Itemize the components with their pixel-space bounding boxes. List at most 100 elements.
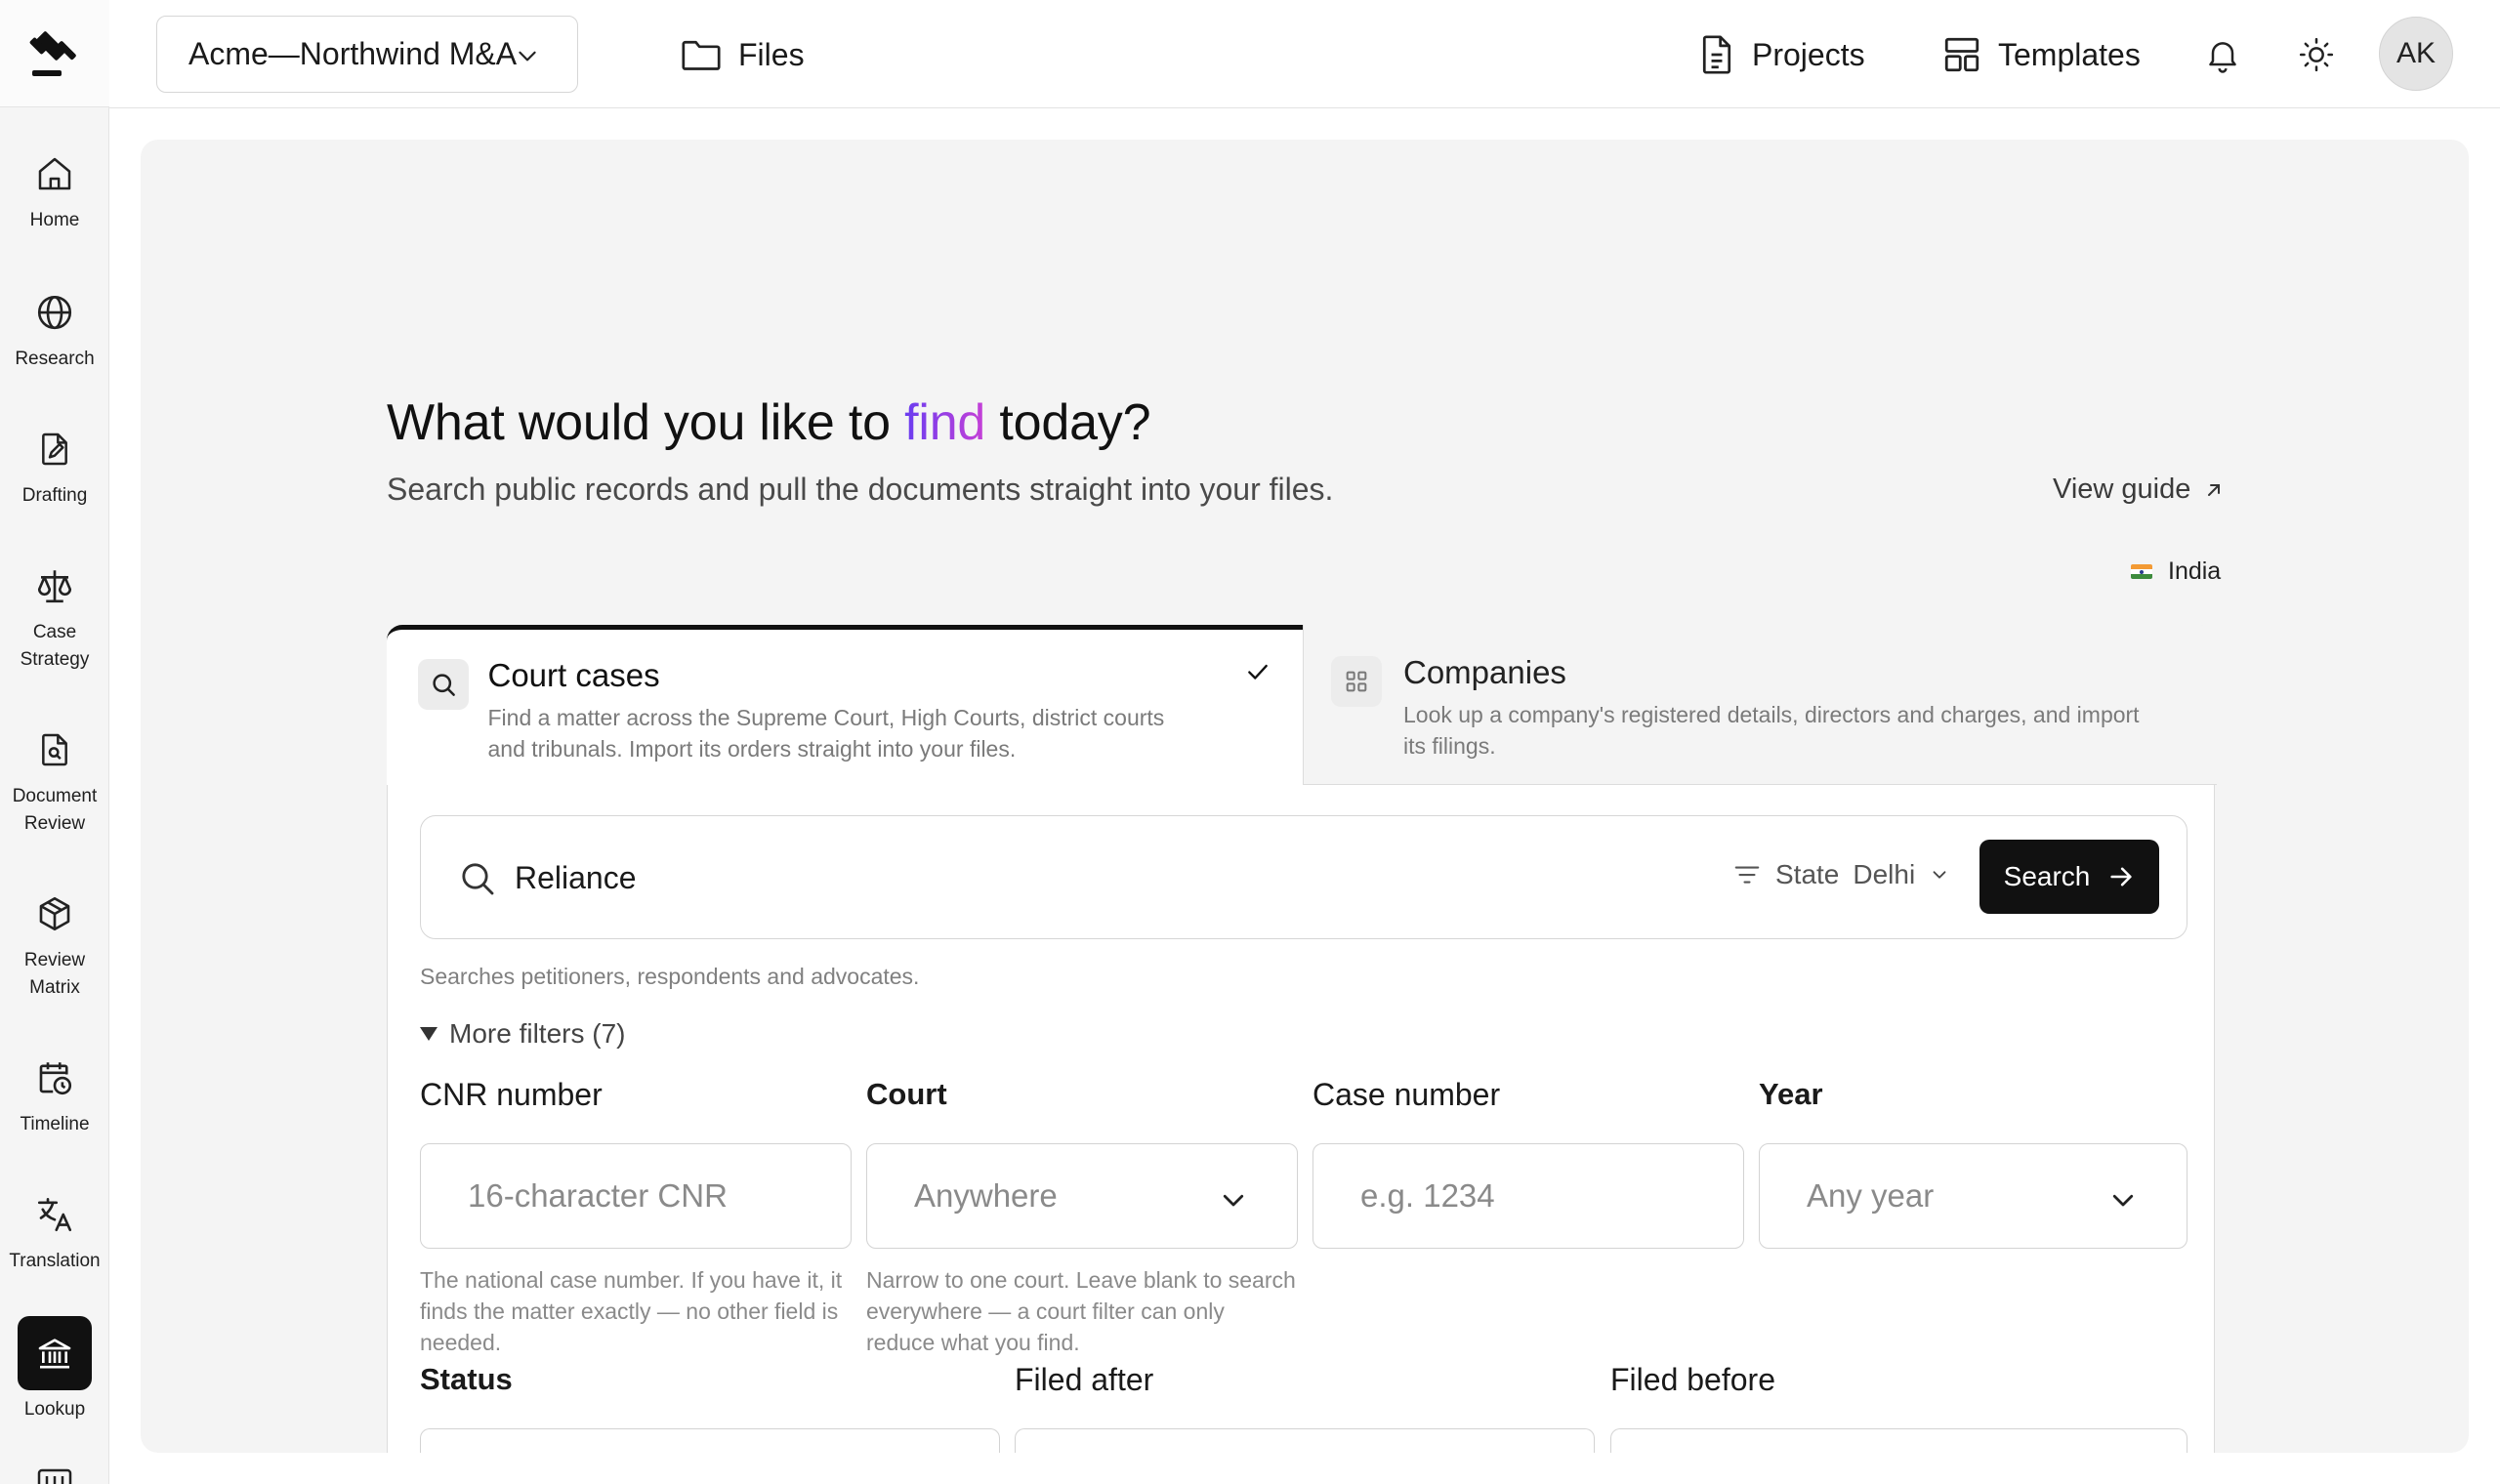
files-link[interactable]: Files [680, 29, 805, 80]
filed-before-field[interactable] [1610, 1428, 2188, 1453]
sidebar-item-label: Home [29, 210, 80, 230]
view-guide-label: View guide [2053, 474, 2191, 505]
case-number-input[interactable] [1360, 1172, 1704, 1220]
sidebar-item-case-strategy[interactable]: Case Strategy [0, 564, 109, 674]
search-button-label: Search [2003, 861, 2091, 891]
sidebar-item-label: Research [15, 349, 95, 369]
sidebar-item-timeline[interactable]: Timeline [0, 1056, 109, 1138]
sidebar-overflow-icon[interactable] [37, 1468, 72, 1484]
court-select[interactable]: Anywhere [866, 1143, 1298, 1249]
user-avatar[interactable]: AK [2379, 17, 2453, 91]
more-filters-label: More filters (7) [449, 1018, 626, 1049]
case-number-field[interactable] [1312, 1143, 1744, 1249]
sidebar-item-home[interactable]: Home [0, 152, 109, 234]
title-highlight: find [904, 394, 986, 451]
sidebar-item-label: Translation [9, 1251, 101, 1271]
translate-icon [33, 1193, 76, 1236]
notifications-button[interactable] [2193, 25, 2252, 84]
more-filters-toggle[interactable]: More filters (7) [420, 1018, 625, 1050]
sidebar-item-label-line: Strategy [20, 649, 90, 670]
sidebar-item-label: Lookup [23, 1399, 86, 1420]
sidebar-item-label: Timeline [20, 1114, 90, 1134]
chevron-down-icon [2108, 1185, 2138, 1215]
sidebar-item-research[interactable]: Research [0, 291, 109, 373]
search-icon [417, 658, 469, 710]
sidebar-item-label-line: Review [23, 950, 86, 970]
files-label: Files [738, 36, 805, 72]
filter-icon [1732, 860, 1762, 889]
sidebar-item-label-line: Matrix [29, 977, 80, 998]
country-label: India [2168, 557, 2222, 585]
tab-title: Court cases [487, 656, 660, 693]
filed-after-label: Filed after [1015, 1362, 1154, 1397]
title-text-after: today? [985, 394, 1151, 451]
court-select-value: Anywhere [914, 1177, 1058, 1214]
sidebar-item-label: Review Matrix [6, 947, 104, 1002]
search-icon [458, 859, 497, 898]
projects-link[interactable]: Projects [1697, 29, 1865, 80]
sidebar-item-translation[interactable]: Translation [0, 1193, 109, 1275]
court-label: Court [866, 1077, 947, 1111]
templates-link[interactable]: Templates [1941, 29, 2141, 80]
calendar-clock-icon [33, 1056, 76, 1099]
filed-after-field[interactable] [1015, 1428, 1595, 1453]
pen-document-icon [33, 428, 76, 471]
case-number-label: Case number [1312, 1077, 1501, 1112]
cnr-label: CNR number [420, 1077, 603, 1112]
caret-down-icon [420, 1027, 438, 1041]
title-text-before: What would you like to [387, 394, 905, 451]
page-title: What would you like to find today? [387, 393, 1151, 452]
sidebar-item-label: Drafting [21, 485, 88, 506]
topbar: Acme—Northwind M&A Files Projects Templa… [109, 0, 2500, 108]
workspace-select[interactable]: Acme—Northwind M&A [156, 16, 578, 93]
folder-icon [680, 35, 723, 74]
cnr-input[interactable] [468, 1172, 812, 1220]
globe-icon [33, 291, 76, 334]
sidebar-item-drafting[interactable]: Drafting [0, 428, 109, 510]
year-select-value: Any year [1807, 1177, 1935, 1214]
bank-icon [18, 1316, 92, 1390]
grid-icon [1331, 655, 1382, 707]
app-logo[interactable] [0, 0, 109, 107]
arrow-up-right-icon [2204, 480, 2224, 500]
tab-title: Companies [1403, 653, 1566, 690]
sidebar-item-lookup[interactable]: Lookup [0, 1316, 109, 1423]
year-select[interactable]: Any year [1759, 1143, 2188, 1249]
country-selector[interactable]: India [2131, 557, 2221, 586]
layout-template-icon [1941, 34, 1982, 75]
gavel-logo-icon [29, 30, 76, 76]
sidebar-item-label-line: Document [12, 786, 98, 806]
bell-icon [2203, 35, 2242, 74]
chevron-down-icon [1219, 1185, 1248, 1215]
cnr-help-text: The national case number. If you have it… [420, 1267, 843, 1355]
search-hint: Searches petitioners, respondents and ad… [420, 964, 920, 989]
state-filter-value: Delhi [1853, 859, 1916, 889]
document-search-icon [33, 728, 76, 771]
document-icon [1697, 33, 1736, 76]
sidebar: Home Research Drafting Case Strategy Docu… [0, 0, 109, 1484]
sidebar-item-label: Case Strategy [6, 619, 104, 674]
sidebar-item-document-review[interactable]: Document Review [0, 728, 109, 838]
tab-description: Look up a company's registered details, … [1403, 701, 2140, 759]
india-flag-icon [2131, 564, 2152, 579]
tab-companies[interactable]: Companies Look up a company's registered… [1303, 624, 2217, 785]
templates-label: Templates [1998, 36, 2141, 72]
sidebar-item-review-matrix[interactable]: Review Matrix [0, 892, 109, 1002]
cnr-field[interactable] [420, 1143, 852, 1249]
chevron-down-icon [1929, 864, 1950, 886]
court-help-text: Narrow to one court. Leave blank to sear… [866, 1267, 1296, 1355]
status-select[interactable] [420, 1428, 1000, 1453]
main-panel: What would you like to find today? Searc… [141, 140, 2469, 1453]
search-bar: State Delhi Search [420, 815, 2188, 939]
sun-icon [2297, 35, 2336, 74]
search-input[interactable] [515, 845, 1589, 910]
check-icon [1245, 659, 1271, 684]
theme-toggle-button[interactable] [2287, 25, 2346, 84]
sidebar-item-label-line: Case [32, 622, 77, 642]
state-filter-dropdown[interactable]: State Delhi [1732, 859, 1950, 890]
year-label: Year [1759, 1077, 1823, 1111]
view-guide-link[interactable]: View guide [2053, 474, 2224, 506]
arrow-right-icon [2107, 863, 2135, 890]
search-button[interactable]: Search [1979, 840, 2159, 914]
tab-court-cases[interactable]: Court cases Find a matter across the Sup… [386, 624, 1304, 785]
